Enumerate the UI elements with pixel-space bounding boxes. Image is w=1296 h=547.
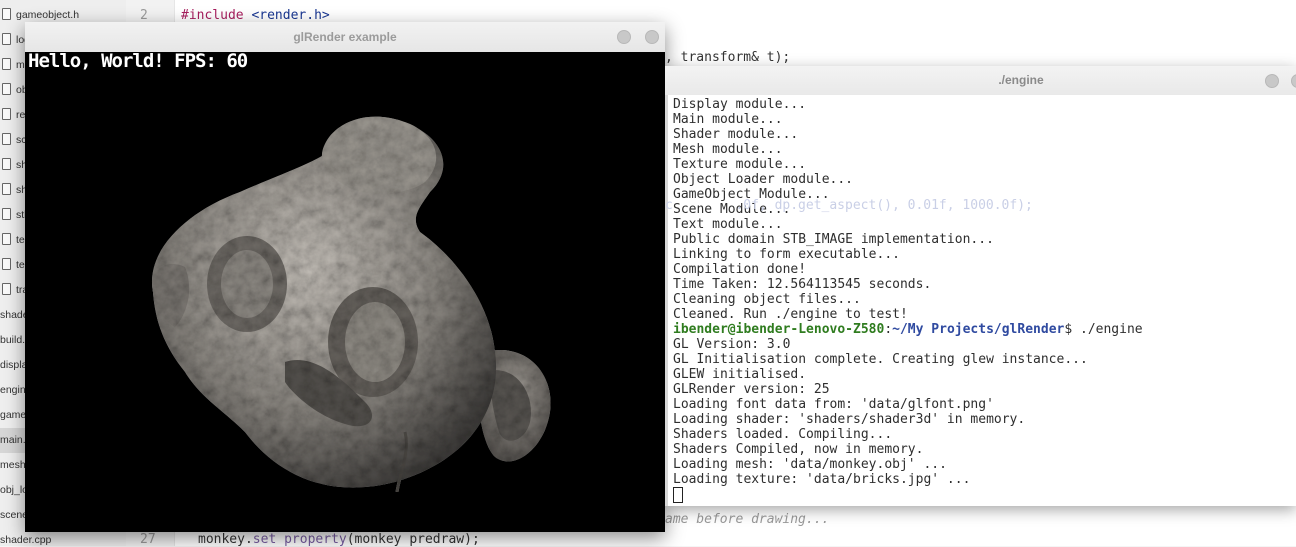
terminal-line: Shaders loaded. Compiling... (673, 427, 893, 442)
prompt-path: ~/My Projects/glRender (892, 322, 1065, 337)
glrender-titlebar[interactable]: glRender example (25, 22, 665, 53)
terminal-title: ./engine (998, 73, 1044, 87)
terminal-line: Loading font data from: 'data/glfont.png… (673, 397, 994, 412)
close-button[interactable] (645, 30, 659, 44)
terminal-line: GLRender version: 25 (673, 382, 830, 397)
sidebar-item-label: main. (0, 434, 26, 446)
line-number: 27 (140, 532, 156, 547)
code-args: (monkey predraw); (346, 532, 480, 547)
terminal-output[interactable]: Display module... Main module... Shader mo… (665, 95, 1296, 506)
file-icon (2, 208, 11, 220)
file-icon (2, 283, 11, 295)
file-icon (2, 58, 11, 70)
glrender-window[interactable]: glRender example Hello, World! FPS: 60 (25, 22, 665, 532)
code-line-include: #include <render.h> (181, 8, 330, 23)
window-title: glRender example (293, 30, 397, 44)
minimize-button[interactable] (1265, 74, 1279, 88)
prompt-user: ibender@ibender-Lenovo-Z580 (673, 322, 885, 337)
code-object: monkey. (198, 532, 253, 547)
terminal-line: GL Version: 3.0 (673, 337, 791, 352)
code-line-27: monkey.set property(monkey predraw); (198, 532, 480, 547)
file-icon (2, 8, 11, 20)
terminal-line: Linking to form executable... (673, 247, 900, 262)
terminal-line: Main module... (673, 112, 783, 127)
sidebar-item-label: gameobject.h (16, 9, 80, 21)
terminal-line: Public domain STB_IMAGE implementation..… (673, 232, 994, 247)
terminal-line: Loading shader: 'shaders/shader3d' in me… (673, 412, 1026, 427)
file-icon (2, 233, 11, 245)
file-icon (2, 108, 11, 120)
terminal-line: Cleaned. Run ./engine to test! (673, 307, 908, 322)
file-icon (2, 183, 11, 195)
sidebar-item-label: scene (0, 509, 29, 521)
prompt-command: $ ./engine (1064, 322, 1143, 337)
line-number: 2 (140, 8, 148, 23)
minimize-button[interactable] (617, 30, 631, 44)
terminal-line: Loading texture: 'data/bricks.jpg' ... (673, 472, 971, 487)
terminal-cursor (673, 487, 683, 503)
terminal-line: Mesh module... (673, 142, 783, 157)
sidebar-item-label: obj_lo (0, 484, 29, 496)
file-icon (2, 133, 11, 145)
terminal-line: Object Loader module... (673, 172, 854, 187)
terminal-prompt: ibender@ibender-Lenovo-Z580:~/My Project… (673, 322, 1143, 337)
file-icon (2, 158, 11, 170)
terminal-line: Loading mesh: 'data/monkey.obj' ... (673, 457, 947, 472)
terminal-line: Compilation done! (673, 262, 807, 277)
sidebar-item-label: shader.cpp (0, 534, 52, 546)
faint-code-overlay: c .0f, dp.get_aspect(), 0.01f, 1000.0f); (665, 198, 1033, 213)
terminal-line: GL Initialisation complete. Creating gle… (673, 352, 1088, 367)
prompt-separator: : (884, 322, 893, 337)
file-icon (2, 33, 11, 45)
terminal-line: GLEW initialised. (673, 367, 807, 382)
stone-monkey-model (151, 116, 551, 493)
code-comment: ame before drawing... (665, 512, 830, 527)
code-line-fragment: , transform& t); (665, 50, 791, 65)
hud-text: Hello, World! FPS: 60 (28, 52, 248, 72)
terminal-titlebar[interactable]: ./engine (665, 66, 1296, 96)
terminal-window[interactable]: ./engine Display module... Main module...… (665, 66, 1296, 506)
terminal-line: Time Taken: 12.564113545 seconds. (673, 277, 932, 292)
terminal-line: Display module... (673, 97, 807, 112)
terminal-line: Texture module... (673, 157, 807, 172)
render-canvas[interactable]: Hello, World! FPS: 60 (25, 52, 665, 532)
code-function: set property (252, 532, 347, 547)
code-string: <render.h> (243, 8, 330, 23)
code-keyword: #include (181, 8, 244, 23)
terminal-line: Text module... (673, 217, 783, 232)
file-icon (2, 258, 11, 270)
terminal-line: Cleaning object files... (673, 292, 861, 307)
file-icon (2, 83, 11, 95)
terminal-line: Shader module... (673, 127, 799, 142)
terminal-line: Shaders Compiled, now in memory. (673, 442, 924, 457)
sidebar-item-label: displa (0, 359, 28, 371)
